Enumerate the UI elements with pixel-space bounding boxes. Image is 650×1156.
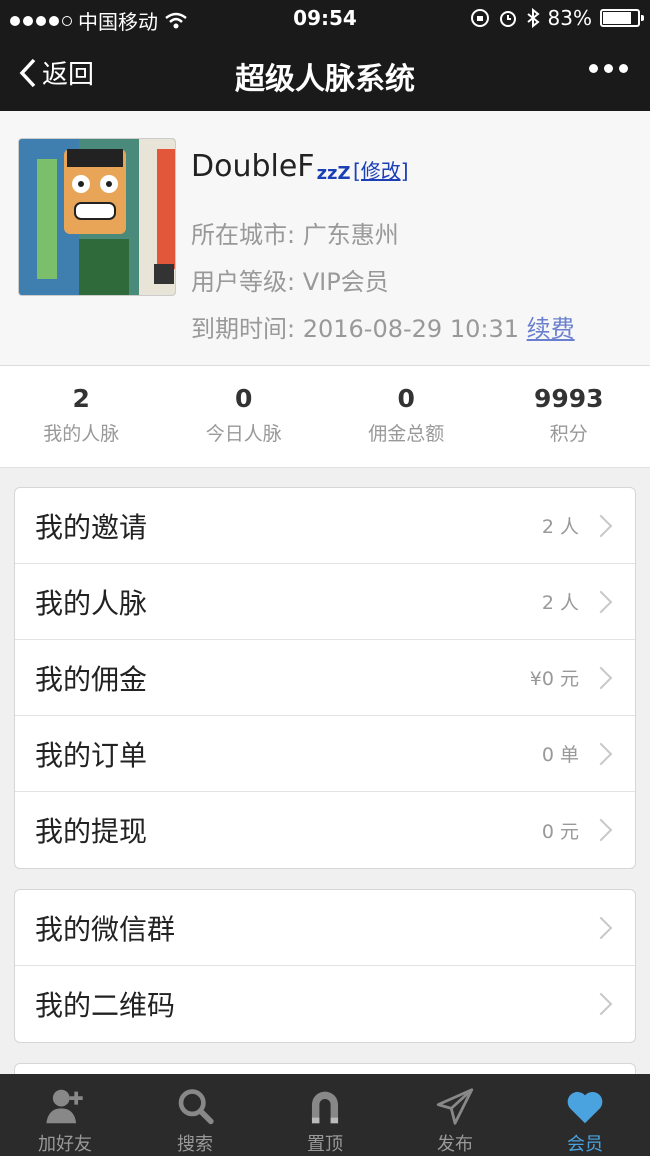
stat-commission-total[interactable]: 0 佣金总额 — [325, 366, 488, 467]
profile-card: DoubleF zzZ [修改] 所在城市: 广东惠州 用户等级: VIP会员 … — [0, 111, 650, 366]
bluetooth-icon — [526, 8, 540, 28]
chevron-right-icon — [589, 590, 613, 613]
tab-pin-top[interactable]: 置顶 — [260, 1074, 390, 1156]
battery-percent: 83% — [547, 6, 592, 30]
menu-group-social: 我的微信群 我的二维码 — [14, 889, 636, 1043]
chevron-right-icon — [589, 916, 613, 939]
chevron-right-icon — [589, 514, 613, 537]
stat-today-contacts[interactable]: 0 今日人脉 — [163, 366, 326, 467]
heart-icon — [567, 1091, 603, 1124]
sleep-zzz: zzZ — [316, 163, 351, 184]
tab-member[interactable]: 会员 — [520, 1074, 650, 1156]
chevron-right-icon — [589, 742, 613, 765]
menu-item-qrcode[interactable]: 我的二维码 — [15, 966, 635, 1042]
more-button[interactable] — [589, 64, 628, 73]
search-icon — [178, 1089, 214, 1125]
menu-item-invitations[interactable]: 我的邀请 2 人 — [15, 488, 635, 564]
tab-publish[interactable]: 发布 — [390, 1074, 520, 1156]
edit-profile-link[interactable]: [修改] — [353, 155, 409, 184]
user-name: DoubleF zzZ — [191, 149, 351, 184]
alarm-icon — [499, 11, 516, 27]
menu-item-withdraw[interactable]: 我的提现 0 元 — [15, 792, 635, 868]
stat-my-contacts[interactable]: 2 我的人脉 — [0, 366, 163, 467]
stat-points[interactable]: 9993 积分 — [488, 366, 650, 467]
nav-bar: 返回 超级人脉系统 — [0, 36, 650, 111]
city-info: 所在城市: 广东惠州 — [191, 221, 399, 249]
menu-item-orders[interactable]: 我的订单 0 单 — [15, 716, 635, 792]
menu-item-wechat-groups[interactable]: 我的微信群 — [15, 890, 635, 966]
renew-link[interactable]: 续费 — [527, 315, 575, 343]
level-info: 用户等级: VIP会员 — [191, 268, 389, 296]
status-right: 83% — [470, 6, 644, 30]
menu-group-account: 我的邀请 2 人 我的人脉 2 人 我的佣金 ¥0 元 我的订单 0 单 我的提… — [14, 487, 636, 869]
add-friend-icon — [46, 1089, 83, 1124]
stats-bar: 2 我的人脉 0 今日人脉 0 佣金总额 9993 积分 — [0, 366, 650, 468]
tab-add-friend[interactable]: 加好友 — [0, 1074, 130, 1156]
chevron-right-icon — [589, 818, 613, 842]
chevron-right-icon — [589, 666, 613, 689]
menu-item-contacts[interactable]: 我的人脉 2 人 — [15, 564, 635, 640]
magnet-icon — [311, 1091, 339, 1124]
tab-bar: 加好友 搜索 置顶 发布 会员 — [0, 1074, 650, 1156]
menu-item-commission[interactable]: 我的佣金 ¥0 元 — [15, 640, 635, 716]
avatar[interactable] — [18, 138, 176, 296]
status-bar: 中国移动 09:54 83% — [0, 0, 650, 36]
expiry-info: 到期时间: 2016-08-29 10:31 续费 — [191, 315, 575, 343]
battery-icon — [600, 9, 644, 27]
rotation-lock-icon — [470, 9, 489, 27]
page-title: 超级人脉系统 — [235, 62, 415, 97]
paper-plane-icon — [436, 1088, 474, 1125]
tab-search[interactable]: 搜索 — [130, 1074, 260, 1156]
chevron-right-icon — [589, 992, 613, 1016]
